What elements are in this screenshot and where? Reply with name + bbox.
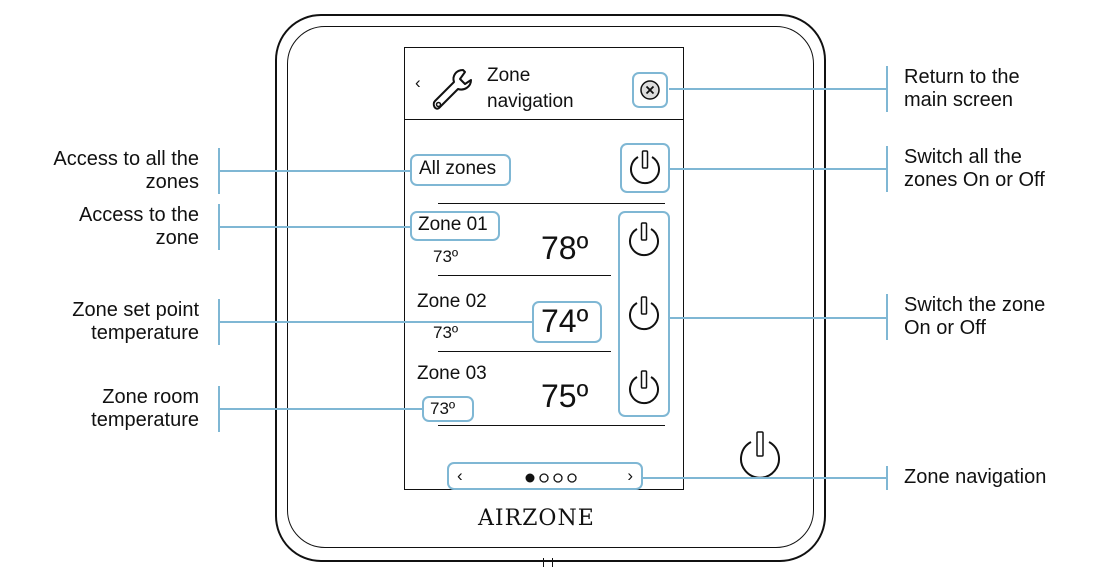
access-all-callout: Access to all the zones	[0, 148, 199, 194]
thermostat-stand	[543, 558, 553, 567]
set-point-callout-line1: Zone set point	[72, 299, 199, 321]
zone-pager[interactable]: ‹ ›	[447, 462, 643, 490]
zone-01-name: Zone 01	[418, 214, 488, 235]
screen-title: Zone navigation	[487, 63, 574, 115]
all-zones-power-icon[interactable]	[623, 146, 667, 190]
zone-01-set-temp: 78º	[541, 230, 589, 266]
title-line-1: Zone	[487, 65, 531, 86]
zone-02-name[interactable]: Zone 02	[417, 291, 487, 313]
switch-all-callout: Switch all the zones On or Off	[904, 146, 1045, 192]
room-temp-leader-line	[219, 408, 422, 410]
access-zone-callout-line2: zone	[155, 227, 199, 249]
zone-02-power-icon[interactable]	[622, 292, 666, 336]
return-callout: Return to the main screen	[904, 66, 1020, 112]
access-zone-callout: Access to the zone	[0, 204, 199, 250]
access-all-callout-line1: Access to all the	[53, 148, 199, 170]
all-zones-label: All zones	[419, 158, 497, 179]
row-divider	[438, 275, 611, 276]
set-point-callout: Zone set point temperature	[0, 299, 199, 345]
room-temp-callout-line1: Zone room	[102, 386, 199, 408]
access-all-leader-line	[219, 170, 410, 172]
device-power-icon[interactable]	[732, 428, 788, 484]
zone-01-power-icon[interactable]	[622, 218, 666, 262]
close-icon	[640, 80, 660, 100]
zone-03-power-icon[interactable]	[622, 366, 666, 410]
room-temp-callout: Zone room temperature	[0, 386, 199, 432]
switch-all-callout-line2: zones On or Off	[904, 169, 1045, 191]
return-callout-bar	[886, 66, 888, 112]
row-divider	[438, 425, 665, 426]
switch-zone-callout: Switch the zone On or Off	[904, 294, 1045, 340]
switch-all-leader-line	[670, 168, 887, 170]
return-callout-line2: main screen	[904, 89, 1013, 111]
zone-03-name[interactable]: Zone 03	[417, 363, 487, 385]
zone-nav-callout-bar	[886, 466, 888, 490]
chevron-left-icon[interactable]: ‹	[457, 466, 463, 486]
zone-02-set-temp[interactable]: 74º	[541, 303, 588, 340]
zone-03-room-temp: 73º	[430, 399, 456, 418]
switch-zone-callout-line2: On or Off	[904, 317, 986, 339]
zone-01-room-temp: 73º	[433, 247, 459, 266]
switch-zone-callout-line1: Switch the zone	[904, 294, 1046, 316]
set-point-leader-line	[219, 321, 532, 323]
switch-zone-callout-bar	[886, 294, 888, 340]
switch-all-callout-line1: Switch all the	[904, 146, 1022, 168]
row-divider	[438, 351, 611, 352]
switch-zone-leader-line	[670, 317, 887, 319]
access-zone-callout-line1: Access to the	[78, 204, 199, 226]
header-divider	[405, 119, 683, 120]
brand-logo: AIRZONE	[478, 506, 595, 531]
return-leader-line	[669, 88, 887, 90]
zone-nav-leader-line	[643, 477, 887, 479]
close-button[interactable]	[632, 72, 668, 108]
zone-02-room-temp: 73º	[433, 323, 459, 342]
access-zone-leader-line	[219, 226, 410, 228]
chevron-right-icon[interactable]: ›	[627, 466, 633, 486]
zone-03-set-temp: 75º	[541, 378, 589, 414]
zone-nav-callout: Zone navigation	[904, 466, 1047, 488]
page-dots	[525, 473, 577, 483]
back-chevron-icon[interactable]: ‹	[415, 73, 421, 93]
row-divider	[438, 203, 665, 204]
title-line-2: navigation	[487, 91, 574, 112]
room-temp-callout-line2: temperature	[91, 409, 199, 431]
wrench-icon	[432, 69, 472, 110]
switch-all-callout-bar	[886, 146, 888, 192]
return-callout-line1: Return to the	[904, 66, 1020, 88]
access-all-callout-line2: zones	[145, 171, 199, 193]
set-point-callout-line2: temperature	[91, 322, 199, 344]
